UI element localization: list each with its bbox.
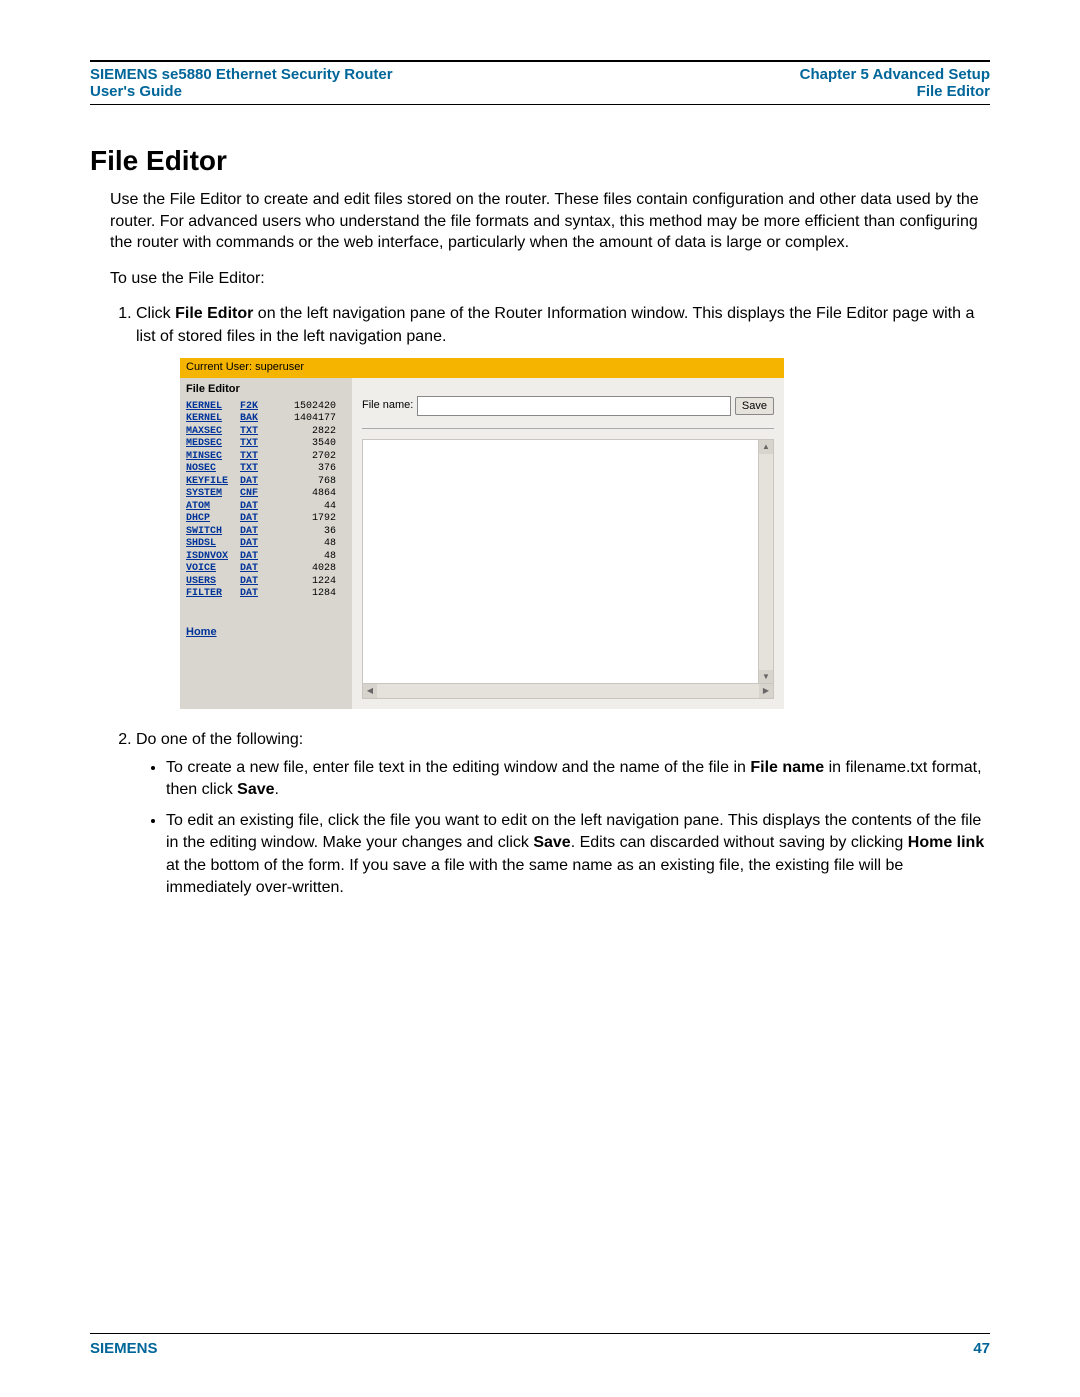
file-row[interactable]: KEYFILEDAT768 (186, 476, 346, 489)
scrollbar-vertical[interactable] (758, 440, 773, 684)
page-header: SIEMENS se5880 Ethernet Security Router … (90, 60, 990, 105)
file-row[interactable]: KERNELBAK1404177 (186, 413, 346, 426)
header-chapter: Chapter 5 Advanced Setup (800, 66, 990, 83)
file-row[interactable]: ATOMDAT44 (186, 501, 346, 514)
file-row[interactable]: USERSDAT1224 (186, 576, 346, 589)
footer-page-number: 47 (973, 1340, 990, 1357)
step-2: Do one of the following: To create a new… (136, 729, 990, 900)
file-row[interactable]: MEDSECTXT3540 (186, 438, 346, 451)
filename-input[interactable] (417, 396, 731, 416)
file-row[interactable]: DHCPDAT1792 (186, 513, 346, 526)
current-user-bar: Current User: superuser (180, 358, 784, 377)
intro-paragraph: Use the File Editor to create and edit f… (110, 189, 990, 254)
step-1: Click File Editor on the left navigation… (136, 303, 990, 708)
filename-label: File name: (362, 398, 413, 413)
file-row[interactable]: NOSECTXT376 (186, 463, 346, 476)
footer-brand: SIEMENS (90, 1340, 158, 1357)
sidebar-title: File Editor (186, 382, 346, 397)
header-section: File Editor (800, 83, 990, 100)
file-row[interactable]: VOICEDAT4028 (186, 563, 346, 576)
file-row[interactable]: ISDNVOXDAT48 (186, 551, 346, 564)
file-row[interactable]: MINSECTXT2702 (186, 451, 346, 464)
file-editor-screenshot: Current User: superuser File Editor KERN… (180, 358, 784, 708)
save-button[interactable]: Save (735, 397, 774, 415)
file-row[interactable]: KERNELF2K1502420 (186, 401, 346, 414)
step-2a: To create a new file, enter file text in… (166, 757, 990, 802)
header-guide: User's Guide (90, 83, 182, 100)
file-row[interactable]: SWITCHDAT36 (186, 526, 346, 539)
header-product: SIEMENS se5880 Ethernet Security Router (90, 66, 393, 83)
home-link[interactable]: Home (186, 625, 346, 640)
step-2b: To edit an existing file, click the file… (166, 810, 990, 900)
file-row[interactable]: FILTERDAT1284 (186, 588, 346, 601)
file-list-sidebar: File Editor KERNELF2K1502420KERNELBAK140… (180, 378, 352, 709)
page-footer: SIEMENS 47 (90, 1333, 990, 1357)
edit-textarea[interactable] (362, 439, 774, 699)
file-row[interactable]: SHDSLDAT48 (186, 538, 346, 551)
to-use-line: To use the File Editor: (110, 268, 990, 290)
file-row[interactable]: MAXSECTXT2822 (186, 426, 346, 439)
page-title: File Editor (90, 145, 990, 177)
scrollbar-horizontal[interactable] (363, 683, 773, 698)
file-row[interactable]: SYSTEMCNF4864 (186, 488, 346, 501)
